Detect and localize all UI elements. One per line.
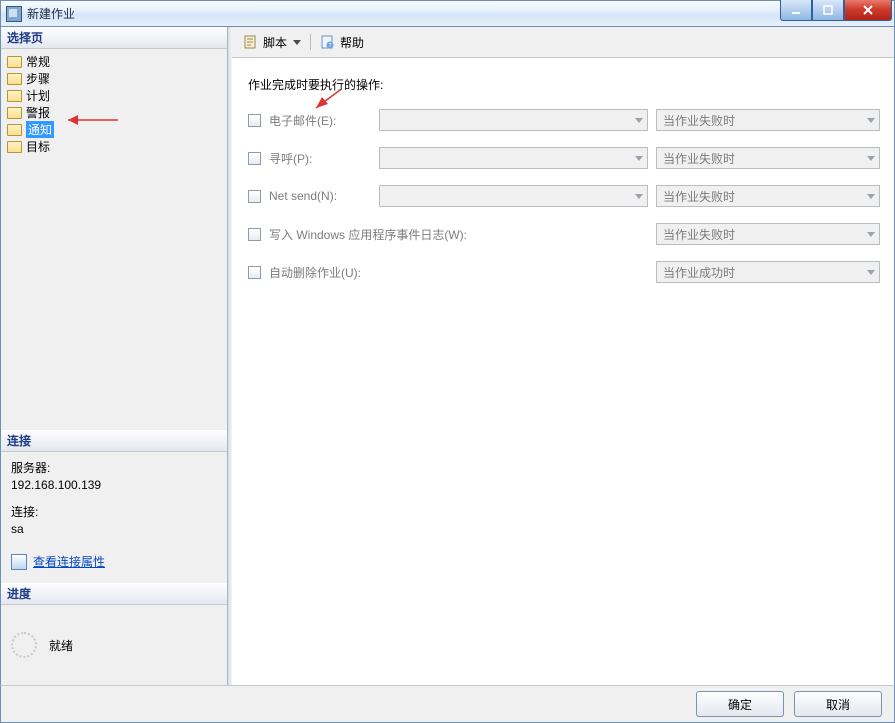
chevron-down-icon bbox=[862, 148, 879, 168]
pager-label: 寻呼(P): bbox=[269, 150, 379, 167]
page-icon bbox=[7, 106, 22, 119]
window-controls bbox=[780, 0, 892, 21]
toolbar-separator bbox=[310, 34, 311, 50]
autodelete-condition-combo[interactable]: 当作业成功时 bbox=[656, 261, 880, 283]
pager-operator-combo[interactable] bbox=[379, 147, 648, 169]
ok-button[interactable]: 确定 bbox=[696, 691, 784, 717]
combo-value: 当作业失败时 bbox=[663, 188, 735, 205]
page-icon bbox=[7, 123, 22, 136]
nav-item-notifications[interactable]: 通知 bbox=[1, 121, 227, 138]
app-icon bbox=[6, 6, 22, 22]
netsend-condition-combo[interactable]: 当作业失败时 bbox=[656, 185, 880, 207]
cancel-label: 取消 bbox=[826, 696, 850, 713]
dialog-footer: 确定 取消 bbox=[0, 685, 895, 723]
nav-item-general[interactable]: 常规 bbox=[1, 53, 227, 70]
server-label: 服务器: bbox=[11, 460, 217, 477]
row-email: 电子邮件(E): 当作业失败时 bbox=[246, 107, 880, 133]
page-nav: 常规 步骤 计划 警报 通知 目标 bbox=[1, 49, 227, 159]
title-bar: 新建作业 bbox=[0, 0, 895, 27]
nav-label: 通知 bbox=[26, 121, 54, 138]
chevron-down-icon bbox=[293, 40, 301, 45]
svg-text:?: ? bbox=[329, 43, 332, 49]
maximize-button[interactable] bbox=[812, 0, 844, 21]
close-button[interactable] bbox=[844, 0, 892, 21]
page-icon bbox=[7, 55, 22, 68]
link-text: 查看连接属性 bbox=[33, 554, 105, 571]
dialog-body: 选择页 常规 步骤 计划 警报 通知 bbox=[0, 27, 895, 685]
netsend-checkbox[interactable] bbox=[248, 190, 261, 203]
nav-item-schedules[interactable]: 计划 bbox=[1, 87, 227, 104]
notifications-form: 作业完成时要执行的操作: 电子邮件(E): 当作业失败时 寻呼(P): 当作业失… bbox=[232, 58, 894, 685]
progress-spinner-icon bbox=[11, 632, 37, 658]
nav-label: 步骤 bbox=[26, 70, 50, 87]
nav-item-alerts[interactable]: 警报 bbox=[1, 104, 227, 121]
help-label: 帮助 bbox=[340, 34, 364, 51]
progress-header: 进度 bbox=[1, 583, 227, 605]
row-netsend: Net send(N): 当作业失败时 bbox=[246, 183, 880, 209]
email-operator-combo[interactable] bbox=[379, 109, 648, 131]
autodelete-label: 自动删除作业(U): bbox=[269, 264, 656, 281]
script-icon bbox=[243, 34, 259, 50]
email-condition-combo[interactable]: 当作业失败时 bbox=[656, 109, 880, 131]
eventlog-condition-combo[interactable]: 当作业失败时 bbox=[656, 223, 880, 245]
chevron-down-icon bbox=[862, 110, 879, 130]
connection-panel: 服务器: 192.168.100.139 连接: sa 查看连接属性 bbox=[1, 452, 227, 584]
row-eventlog: 写入 Windows 应用程序事件日志(W): 当作业失败时 bbox=[246, 221, 880, 247]
help-button[interactable]: ? 帮助 bbox=[317, 33, 367, 52]
combo-value: 当作业成功时 bbox=[663, 264, 735, 281]
autodelete-checkbox[interactable] bbox=[248, 266, 261, 279]
connection-value: sa bbox=[11, 521, 217, 538]
eventlog-label: 写入 Windows 应用程序事件日志(W): bbox=[269, 226, 656, 243]
cancel-button[interactable]: 取消 bbox=[794, 691, 882, 717]
window-title: 新建作业 bbox=[27, 5, 75, 22]
combo-value: 当作业失败时 bbox=[663, 112, 735, 129]
script-label: 脚本 bbox=[263, 34, 287, 51]
chevron-down-icon bbox=[630, 110, 647, 130]
chevron-down-icon bbox=[630, 148, 647, 168]
progress-panel: 就绪 bbox=[1, 605, 227, 685]
email-label: 电子邮件(E): bbox=[269, 112, 379, 129]
view-connection-properties-link[interactable]: 查看连接属性 bbox=[11, 554, 105, 571]
pager-condition-combo[interactable]: 当作业失败时 bbox=[656, 147, 880, 169]
combo-value: 当作业失败时 bbox=[663, 150, 735, 167]
pager-checkbox[interactable] bbox=[248, 152, 261, 165]
chevron-down-icon bbox=[862, 186, 879, 206]
row-pager: 寻呼(P): 当作业失败时 bbox=[246, 145, 880, 171]
row-autodelete: 自动删除作业(U): 当作业成功时 bbox=[246, 259, 880, 285]
form-heading: 作业完成时要执行的操作: bbox=[248, 76, 880, 93]
netsend-label: Net send(N): bbox=[269, 189, 379, 203]
right-pane: 脚本 ? 帮助 作业完成时要执行的操作: 电子邮件(E): 当作业失败时 寻呼(… bbox=[232, 27, 894, 685]
nav-label: 常规 bbox=[26, 53, 50, 70]
email-checkbox[interactable] bbox=[248, 114, 261, 127]
progress-status: 就绪 bbox=[49, 637, 73, 654]
chevron-down-icon bbox=[862, 262, 879, 282]
left-pane: 选择页 常规 步骤 计划 警报 通知 bbox=[1, 27, 227, 685]
filler bbox=[1, 159, 227, 430]
page-icon bbox=[7, 140, 22, 153]
properties-icon bbox=[11, 554, 27, 570]
eventlog-checkbox[interactable] bbox=[248, 228, 261, 241]
nav-label: 目标 bbox=[26, 138, 50, 155]
nav-item-steps[interactable]: 步骤 bbox=[1, 70, 227, 87]
combo-value: 当作业失败时 bbox=[663, 226, 735, 243]
nav-label: 计划 bbox=[26, 87, 50, 104]
ok-label: 确定 bbox=[728, 696, 752, 713]
netsend-operator-combo[interactable] bbox=[379, 185, 648, 207]
select-page-header: 选择页 bbox=[1, 27, 227, 49]
script-button[interactable]: 脚本 bbox=[240, 33, 304, 52]
page-icon bbox=[7, 72, 22, 85]
help-icon: ? bbox=[320, 34, 336, 50]
nav-label: 警报 bbox=[26, 104, 50, 121]
minimize-button[interactable] bbox=[780, 0, 812, 21]
connection-label: 连接: bbox=[11, 504, 217, 521]
page-icon bbox=[7, 89, 22, 102]
nav-item-targets[interactable]: 目标 bbox=[1, 138, 227, 155]
chevron-down-icon bbox=[862, 224, 879, 244]
server-value: 192.168.100.139 bbox=[11, 477, 217, 494]
connection-header: 连接 bbox=[1, 430, 227, 452]
chevron-down-icon bbox=[630, 186, 647, 206]
toolbar: 脚本 ? 帮助 bbox=[232, 27, 894, 58]
